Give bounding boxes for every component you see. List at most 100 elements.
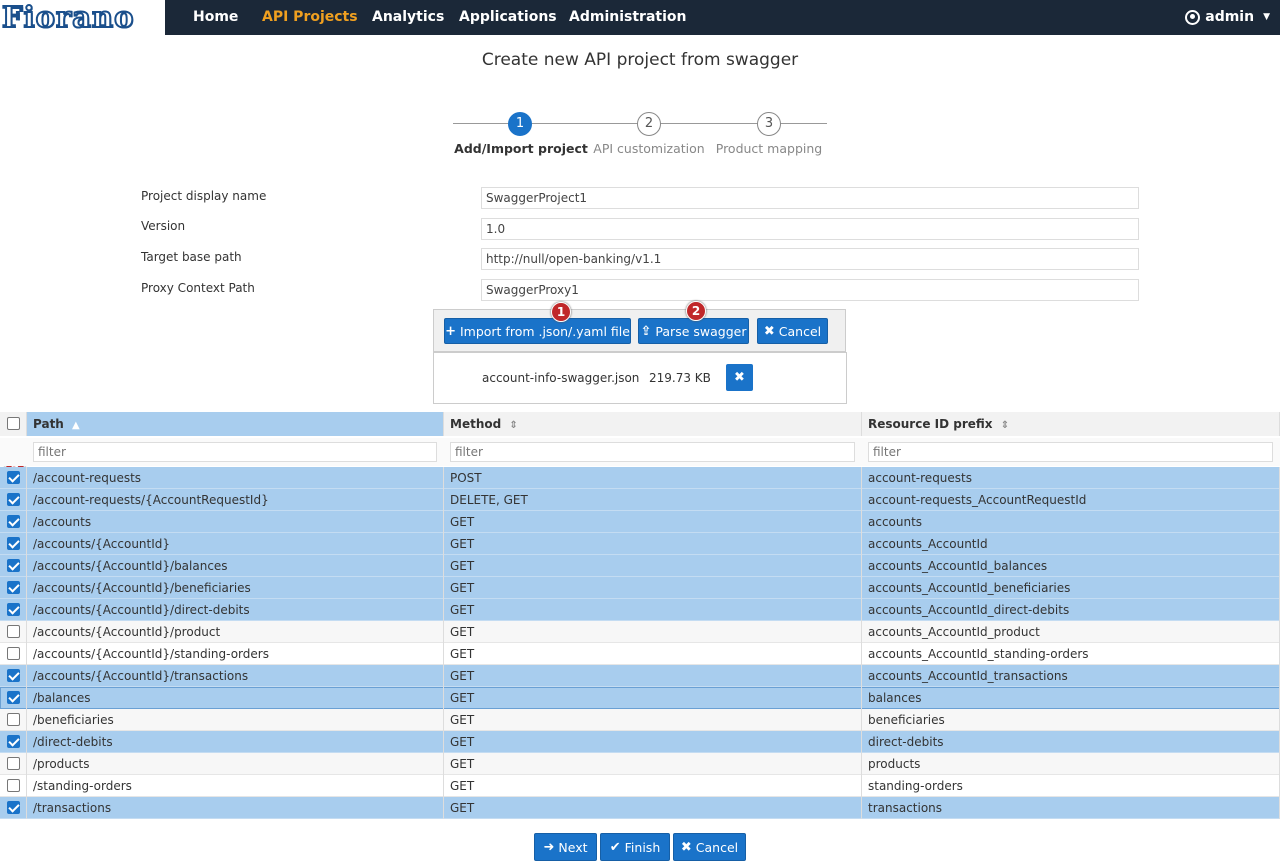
header-resource-prefix[interactable]: Resource ID prefix ⇕ [862, 412, 1280, 436]
resource-prefix-cell: beneficiaries [862, 709, 1280, 731]
row-checkbox[interactable] [7, 801, 20, 814]
row-checkbox[interactable] [7, 581, 20, 594]
table-row[interactable]: /products GET products [0, 753, 1280, 775]
method-cell: GET [444, 599, 862, 621]
step-1-circle[interactable]: 1 [508, 112, 532, 136]
version-input[interactable] [481, 218, 1139, 240]
target-base-path-input[interactable] [481, 248, 1139, 270]
sort-icon: ⇕ [1000, 420, 1010, 431]
footer-cancel-button[interactable]: ✖ Cancel [673, 833, 746, 861]
row-checkbox[interactable] [7, 537, 20, 550]
row-select-cell [0, 753, 27, 775]
row-checkbox[interactable] [7, 647, 20, 660]
row-select-cell [0, 665, 27, 687]
path-cell: /direct-debits [27, 731, 444, 753]
row-checkbox[interactable] [7, 493, 20, 506]
path-cell: /account-requests [27, 467, 444, 489]
target-base-path-label: Target base path [141, 250, 242, 264]
method-cell: GET [444, 577, 862, 599]
row-checkbox[interactable] [7, 625, 20, 638]
row-checkbox[interactable] [7, 515, 20, 528]
finish-button[interactable]: ✔ Finish [600, 833, 670, 861]
method-filter-input[interactable] [450, 442, 855, 462]
method-cell: GET [444, 797, 862, 819]
table-row[interactable]: /accounts GET accounts [0, 511, 1280, 533]
nav-analytics[interactable]: Analytics [372, 0, 444, 35]
path-cell: /accounts/{AccountId}/beneficiaries [27, 577, 444, 599]
nav-applications[interactable]: Applications [459, 0, 557, 35]
row-select-cell [0, 467, 27, 489]
header-path[interactable]: Path ▲ [27, 412, 444, 436]
upload-cancel-button[interactable]: ✖ Cancel [757, 318, 828, 344]
table-row[interactable]: /transactions GET transactions [0, 797, 1280, 819]
import-file-button[interactable]: + Import from .json/.yaml file [444, 318, 631, 344]
resource-prefix-cell: account-requests [862, 467, 1280, 489]
finish-label: Finish [624, 839, 661, 855]
method-cell: POST [444, 467, 862, 489]
nav-home[interactable]: Home [193, 0, 238, 35]
table-row[interactable]: /accounts/{AccountId}/beneficiaries GET ac… [0, 577, 1280, 599]
row-checkbox[interactable] [7, 735, 20, 748]
row-select-cell [0, 555, 27, 577]
table-row[interactable]: /account-requests/{AccountRequestId} DELE… [0, 489, 1280, 511]
row-checkbox[interactable] [7, 603, 20, 616]
filter-row [0, 438, 1280, 466]
step-3-circle[interactable]: 3 [757, 112, 781, 136]
table-row[interactable]: /beneficiaries GET beneficiaries [0, 709, 1280, 731]
header-select-all-cell [0, 412, 27, 436]
row-checkbox[interactable] [7, 691, 20, 704]
row-select-cell [0, 797, 27, 819]
user-menu[interactable]: admin ▼ [1185, 0, 1270, 35]
top-navbar: Fiorano Home API Projects Analytics Appl… [0, 0, 1280, 35]
select-all-checkbox[interactable] [7, 417, 20, 430]
path-cell: /balances [27, 687, 444, 709]
row-checkbox[interactable] [7, 779, 20, 792]
fiorano-logo[interactable]: Fiorano [0, 0, 165, 35]
step-3-label: Product mapping [715, 141, 823, 156]
import-file-label: Import from .json/.yaml file [459, 323, 630, 339]
step-2-circle[interactable]: 2 [637, 112, 661, 136]
resource-prefix-cell: accounts [862, 511, 1280, 533]
nav-administration[interactable]: Administration [569, 0, 686, 35]
table-row[interactable]: /direct-debits GET direct-debits [0, 731, 1280, 753]
table-row[interactable]: /balances GET balances [0, 687, 1280, 709]
row-checkbox[interactable] [7, 669, 20, 682]
path-filter-input[interactable] [33, 442, 437, 462]
header-method[interactable]: Method ⇕ [444, 412, 862, 436]
row-checkbox[interactable] [7, 757, 20, 770]
proxy-context-path-input[interactable] [481, 279, 1139, 301]
next-button[interactable]: ➜ Next [534, 833, 597, 861]
table-row[interactable]: /accounts/{AccountId}/product GET accounts… [0, 621, 1280, 643]
display-name-input[interactable] [481, 187, 1139, 209]
user-name: admin [1205, 9, 1255, 25]
proxy-context-path-label: Proxy Context Path [141, 281, 255, 295]
row-select-cell [0, 533, 27, 555]
row-select-cell [0, 489, 27, 511]
method-cell: GET [444, 665, 862, 687]
row-checkbox[interactable] [7, 471, 20, 484]
table-row[interactable]: /accounts/{AccountId}/direct-debits GET ac… [0, 599, 1280, 621]
table-row[interactable]: /standing-orders GET standing-orders [0, 775, 1280, 797]
nav-api-projects[interactable]: API Projects [262, 0, 358, 35]
row-checkbox[interactable] [7, 559, 20, 572]
table-row[interactable]: /accounts/{AccountId} GET accounts_Account… [0, 533, 1280, 555]
method-cell: DELETE, GET [444, 489, 862, 511]
parse-swagger-button[interactable]: ⇪ Parse swagger [638, 318, 749, 344]
table-row[interactable]: /accounts/{AccountId}/transactions GET acc… [0, 665, 1280, 687]
method-cell: GET [444, 709, 862, 731]
prefix-filter-input[interactable] [868, 442, 1273, 462]
method-cell: GET [444, 511, 862, 533]
method-cell: GET [444, 775, 862, 797]
path-cell: /accounts/{AccountId}/transactions [27, 665, 444, 687]
next-label: Next [558, 839, 588, 855]
table-row[interactable]: /accounts/{AccountId}/balances GET account… [0, 555, 1280, 577]
remove-file-button[interactable]: ✖ [726, 364, 753, 391]
version-label: Version [141, 219, 186, 233]
row-select-cell [0, 577, 27, 599]
path-cell: /beneficiaries [27, 709, 444, 731]
method-cell: GET [444, 555, 862, 577]
resource-prefix-cell: accounts_AccountId_direct-debits [862, 599, 1280, 621]
table-row[interactable]: /accounts/{AccountId}/standing-orders GET… [0, 643, 1280, 665]
table-row[interactable]: /account-requests POST account-requests [0, 467, 1280, 489]
row-checkbox[interactable] [7, 713, 20, 726]
